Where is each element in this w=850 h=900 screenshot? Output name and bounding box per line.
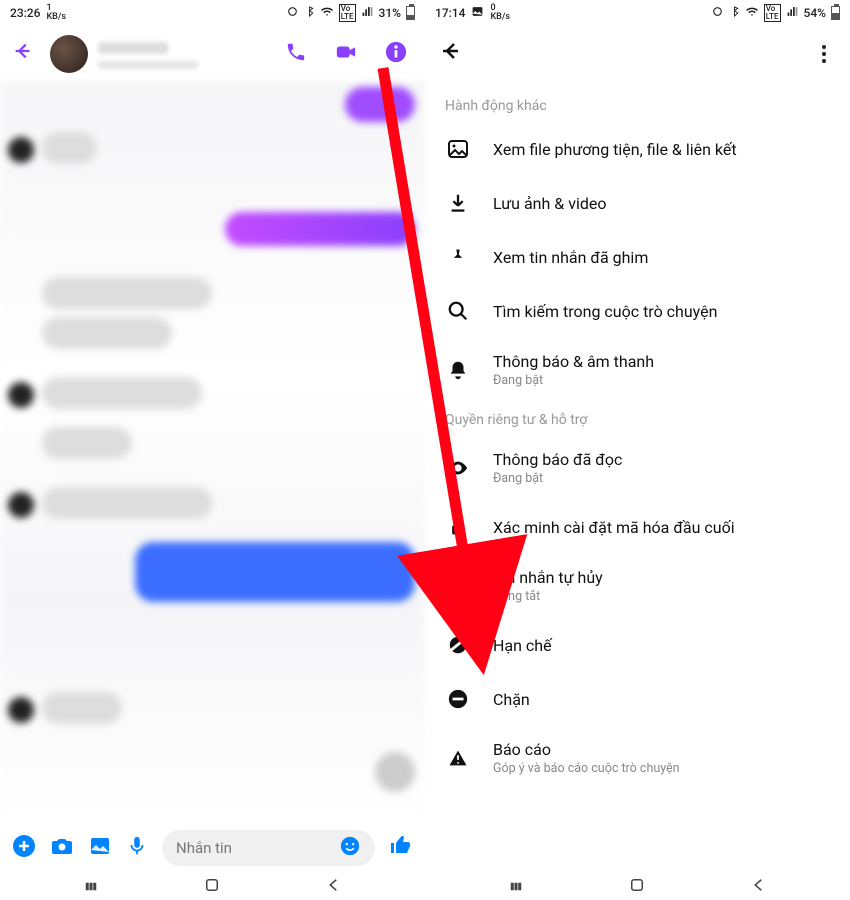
system-nav-right	[425, 874, 850, 900]
volte-icon: VoLTE	[764, 4, 781, 22]
message-placeholder: Nhắn tin	[176, 839, 232, 857]
row-subtitle: Góp ý và báo cáo cuộc trò chuyện	[493, 761, 830, 776]
download-icon	[445, 190, 471, 216]
message-input[interactable]: Nhắn tin	[162, 830, 375, 866]
eye-icon	[445, 455, 471, 481]
bluetooth-icon	[729, 5, 740, 21]
screenshot-icon	[471, 5, 484, 21]
nav-back[interactable]	[325, 876, 343, 898]
contact-header[interactable]	[46, 33, 277, 75]
status-bar-left: 23:26 1 KB/s VoLTE 31%	[0, 0, 425, 26]
row-title: Thông báo & âm thanh	[493, 352, 830, 371]
row-disappearing[interactable]: Tin nhắn tự hủy Đang tắt	[425, 554, 850, 618]
block-icon	[445, 686, 471, 712]
alarm-icon	[286, 5, 299, 21]
battery-icon	[406, 6, 415, 20]
row-encryption[interactable]: Xác minh cài đặt mã hóa đầu cuối	[425, 500, 850, 554]
row-search[interactable]: Tìm kiếm trong cuộc trò chuyện	[425, 284, 850, 338]
signal-icon	[786, 5, 799, 21]
row-report[interactable]: Báo cáo Góp ý và báo cáo cuộc trò chuyện	[425, 726, 850, 790]
row-pinned[interactable]: Xem tin nhắn đã ghim	[425, 230, 850, 284]
warning-icon	[445, 745, 471, 771]
status-bar-right: 17:14 0 KB/s VoLTE 54%	[425, 0, 850, 26]
nav-back[interactable]	[750, 876, 768, 898]
status-speed: 0 KB/s	[490, 4, 510, 22]
row-title: Xem file phương tiện, file & liên kết	[493, 140, 830, 159]
nav-recent[interactable]	[507, 876, 525, 898]
row-block[interactable]: Chặn	[425, 672, 850, 726]
video-call-button[interactable]	[333, 41, 359, 67]
settings-list: Hành động khác Xem file phương tiện, fil…	[425, 82, 850, 796]
chat-appbar	[0, 26, 425, 82]
row-save[interactable]: Lưu ảnh & video	[425, 176, 850, 230]
chat-pane: 23:26 1 KB/s VoLTE 31%	[0, 0, 425, 900]
row-media[interactable]: Xem file phương tiện, file & liên kết	[425, 122, 850, 176]
info-button[interactable]	[385, 41, 407, 67]
audio-call-button[interactable]	[285, 41, 307, 67]
signal-icon	[361, 5, 374, 21]
row-subtitle: Đang bật	[493, 373, 830, 388]
lock-icon	[445, 514, 471, 540]
row-notifications[interactable]: Thông báo & âm thanh Đang bật	[425, 338, 850, 402]
row-title: Lưu ảnh & video	[493, 194, 830, 213]
battery-text: 54%	[804, 6, 826, 20]
section-header-actions: Hành động khác	[425, 88, 850, 122]
alarm-icon	[711, 5, 724, 21]
back-button[interactable]	[439, 39, 463, 69]
row-subtitle: Đang tắt	[493, 589, 830, 604]
more-options-button[interactable]	[812, 45, 836, 63]
gallery-button[interactable]	[88, 834, 112, 862]
avatar	[50, 35, 88, 73]
row-restrict[interactable]: Hạn chế	[425, 618, 850, 672]
row-title: Tin nhắn tự hủy	[493, 568, 830, 587]
row-title: Thông báo đã đọc	[493, 450, 830, 469]
search-icon	[445, 298, 471, 324]
nav-recent[interactable]	[82, 876, 100, 898]
back-button[interactable]	[8, 40, 38, 68]
chat-body-blurred	[0, 82, 425, 822]
settings-pane: 17:14 0 KB/s VoLTE 54% Hành động khác	[425, 0, 850, 900]
row-read-receipts[interactable]: Thông báo đã đọc Đang bật	[425, 436, 850, 500]
section-header-privacy: Quyền riêng tư & hỗ trợ	[425, 402, 850, 436]
row-title: Xác minh cài đặt mã hóa đầu cuối	[493, 518, 830, 537]
wifi-icon	[320, 5, 334, 21]
battery-icon	[831, 6, 840, 20]
wifi-icon	[745, 5, 759, 21]
row-title: Tìm kiếm trong cuộc trò chuyện	[493, 302, 830, 321]
row-title: Hạn chế	[493, 636, 830, 655]
status-time: 23:26	[10, 6, 40, 20]
emoji-button[interactable]	[339, 835, 361, 862]
contact-subtitle	[98, 61, 198, 69]
restrict-icon	[445, 632, 471, 658]
history-icon	[445, 573, 471, 599]
status-time: 17:14	[435, 6, 465, 20]
row-title: Chặn	[493, 690, 830, 709]
like-button[interactable]	[389, 833, 413, 863]
contact-name	[98, 42, 168, 54]
volte-icon: VoLTE	[339, 4, 356, 22]
camera-button[interactable]	[50, 834, 74, 862]
more-actions-button[interactable]	[12, 834, 36, 862]
nav-home[interactable]	[203, 876, 221, 898]
media-icon	[445, 136, 471, 162]
mic-button[interactable]	[126, 834, 148, 862]
bell-icon	[445, 357, 471, 383]
nav-home[interactable]	[628, 876, 646, 898]
settings-appbar	[425, 26, 850, 82]
bluetooth-icon	[304, 5, 315, 21]
status-speed: 1 KB/s	[46, 4, 66, 22]
pin-icon	[445, 244, 471, 270]
compose-bar: Nhắn tin	[0, 822, 425, 874]
row-title: Xem tin nhắn đã ghim	[493, 248, 830, 267]
system-nav-left	[0, 874, 425, 900]
row-subtitle: Đang bật	[493, 471, 830, 486]
battery-text: 31%	[379, 6, 401, 20]
row-title: Báo cáo	[493, 740, 830, 759]
